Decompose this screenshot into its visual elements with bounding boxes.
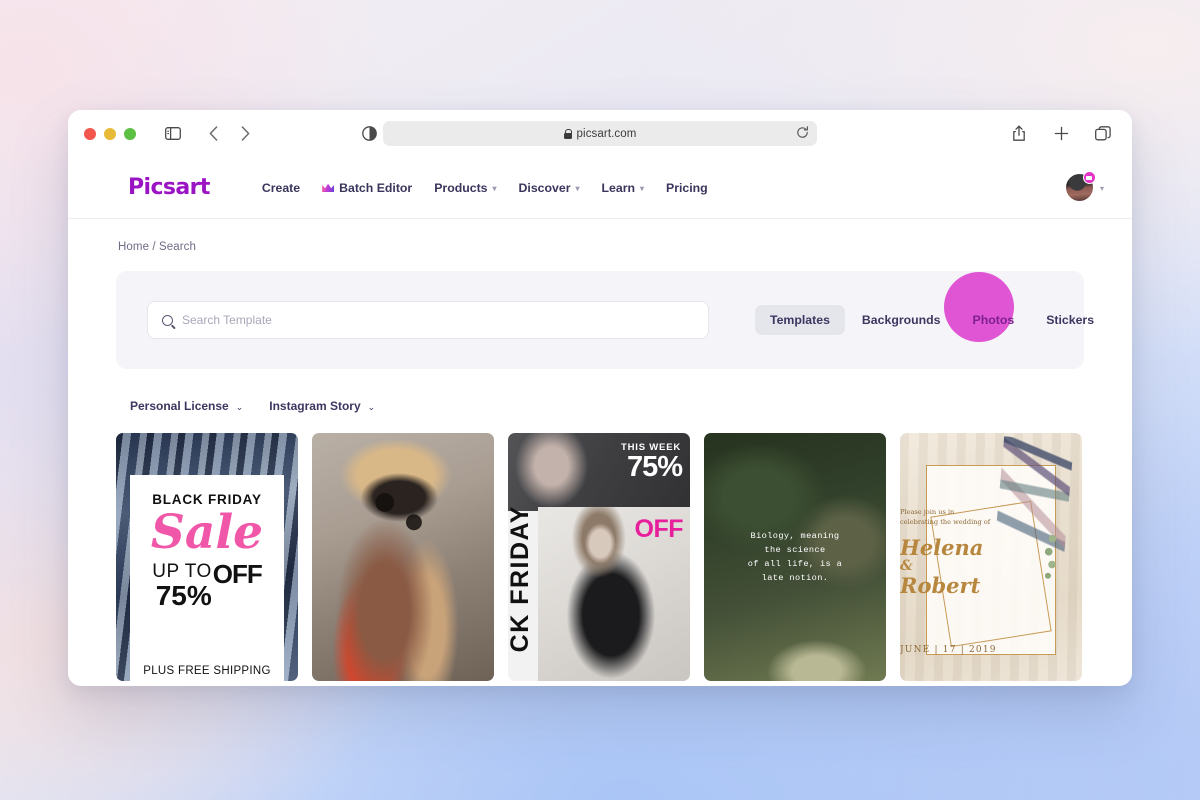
card-groom-name: Robert — [900, 573, 980, 598]
nav-label: Discover — [519, 181, 571, 195]
card-invite-text: Please join us in celebrating the weddin… — [900, 507, 1082, 527]
reload-icon[interactable] — [796, 126, 809, 141]
traffic-light-buttons[interactable] — [84, 128, 136, 140]
tab-templates[interactable]: Templates — [755, 305, 845, 335]
search-icon — [162, 315, 173, 326]
nav-item-discover[interactable]: Discover ▾ — [519, 181, 580, 195]
search-input[interactable]: Search Template — [147, 301, 709, 339]
browser-toolbar: picsart.com — [68, 110, 1132, 157]
site-header: Picsart Create Batch Editor Products ▾ D… — [68, 157, 1132, 219]
template-card-biology-quote[interactable]: Biology, meaning the science of all life… — [704, 433, 886, 681]
nav-item-batch-editor[interactable]: Batch Editor — [322, 181, 412, 195]
reader-contrast-icon[interactable] — [356, 121, 382, 147]
chevron-down-icon: ⌄ — [368, 403, 376, 412]
nav-item-create[interactable]: Create — [262, 181, 300, 195]
share-icon[interactable] — [1006, 121, 1032, 147]
account-area: ▾ — [1066, 174, 1104, 201]
card-date: JUNE | 17 | 2019 — [900, 645, 1082, 655]
close-window-button[interactable] — [84, 128, 96, 140]
card-off-label: OFF — [213, 562, 262, 585]
nav-item-products[interactable]: Products ▾ — [434, 181, 496, 195]
search-placeholder: Search Template — [182, 313, 272, 327]
card-discount: UP TO 75% OFF — [130, 562, 284, 610]
tab-stickers[interactable]: Stickers — [1031, 305, 1109, 335]
filter-instagram-story[interactable]: Instagram Story ⌄ — [269, 399, 375, 413]
new-tab-icon[interactable] — [1048, 121, 1074, 147]
chevron-down-icon: ▾ — [640, 185, 644, 193]
page-content: Home / Search Search Template Templates … — [68, 219, 1132, 681]
browser-window: picsart.com — [68, 110, 1132, 686]
template-card-black-friday-fashion[interactable]: THIS WEEK 75% CK FRIDAY OFF — [508, 433, 690, 681]
search-category-tabs: Templates Backgrounds Photos Stickers — [755, 305, 1109, 335]
card-off-label: OFF — [635, 515, 684, 544]
card-footer: PLUS FREE SHIPPING — [130, 665, 284, 677]
nav-label: Learn — [602, 181, 636, 195]
filter-label: Instagram Story — [269, 399, 360, 413]
chevron-down-icon: ▾ — [493, 185, 497, 193]
filter-personal-license[interactable]: Personal License ⌄ — [130, 399, 243, 413]
card-bride-name: Helena — [900, 535, 983, 560]
nav-label: Products — [434, 181, 487, 195]
search-panel: Search Template Templates Backgrounds Ph… — [116, 271, 1084, 369]
card-content: BLACK FRIDAY Sale UP TO 75% OFF PLUS FRE… — [130, 475, 284, 681]
tabs-overview-icon[interactable] — [1090, 121, 1116, 147]
tab-label: Stickers — [1046, 313, 1094, 327]
url-text: picsart.com — [577, 128, 637, 140]
tab-label: Templates — [770, 313, 830, 327]
toolbar-right-actions — [1006, 121, 1116, 147]
breadcrumb[interactable]: Home / Search — [116, 219, 1084, 271]
template-card-woman-sunglasses[interactable] — [312, 433, 494, 681]
lock-icon — [564, 129, 572, 139]
tab-photos[interactable]: Photos — [958, 305, 1030, 335]
nav-label: Pricing — [666, 181, 708, 195]
back-button[interactable] — [200, 121, 226, 147]
card-discount-left: UP TO 75% — [152, 562, 212, 610]
sidebar-toggle-icon[interactable] — [160, 121, 186, 147]
template-grid: BLACK FRIDAY Sale UP TO 75% OFF PLUS FRE… — [116, 433, 1084, 681]
address-bar-content: picsart.com — [564, 128, 637, 140]
card-quote: Biology, meaning the science of all life… — [748, 529, 842, 586]
card-script-text: Sale — [130, 509, 284, 556]
address-bar[interactable]: picsart.com — [383, 121, 817, 146]
nav-label: Create — [262, 181, 300, 195]
card-ampersand: & — [900, 559, 1082, 573]
card-percent: 75% — [627, 453, 682, 482]
filter-label: Personal License — [130, 399, 229, 413]
template-card-wedding-invitation[interactable]: Please join us in celebrating the weddin… — [900, 433, 1082, 681]
card-upto-label: UP TO — [152, 562, 212, 581]
desktop-background: picsart.com — [0, 0, 1200, 800]
card-vertical-text: CK FRIDAY — [509, 505, 533, 652]
chevron-down-icon: ⌄ — [236, 403, 244, 412]
nav-label: Batch Editor — [339, 181, 412, 195]
crown-icon — [322, 183, 334, 192]
avatar-badge-icon — [1083, 171, 1096, 184]
filter-row: Personal License ⌄ Instagram Story ⌄ — [116, 369, 1084, 433]
forward-button[interactable] — [232, 121, 258, 147]
avatar[interactable] — [1066, 174, 1093, 201]
nav-item-learn[interactable]: Learn ▾ — [602, 181, 645, 195]
tab-label: Photos — [973, 313, 1015, 327]
main-navigation: Create Batch Editor Products ▾ Discover … — [262, 181, 708, 195]
tab-backgrounds[interactable]: Backgrounds — [847, 305, 956, 335]
minimize-window-button[interactable] — [104, 128, 116, 140]
chevron-down-icon: ▾ — [575, 185, 579, 193]
picsart-logo[interactable]: Picsart — [128, 175, 210, 200]
template-card-black-friday-sale[interactable]: BLACK FRIDAY Sale UP TO 75% OFF PLUS FRE… — [116, 433, 298, 681]
navigation-arrows[interactable] — [200, 121, 258, 147]
card-percent: 75% — [152, 582, 212, 610]
nav-item-pricing[interactable]: Pricing — [666, 181, 708, 195]
tab-label: Backgrounds — [862, 313, 941, 327]
account-chevron-down-icon[interactable]: ▾ — [1100, 185, 1104, 193]
card-names: Helena & Robert — [900, 537, 1082, 596]
maximize-window-button[interactable] — [124, 128, 136, 140]
